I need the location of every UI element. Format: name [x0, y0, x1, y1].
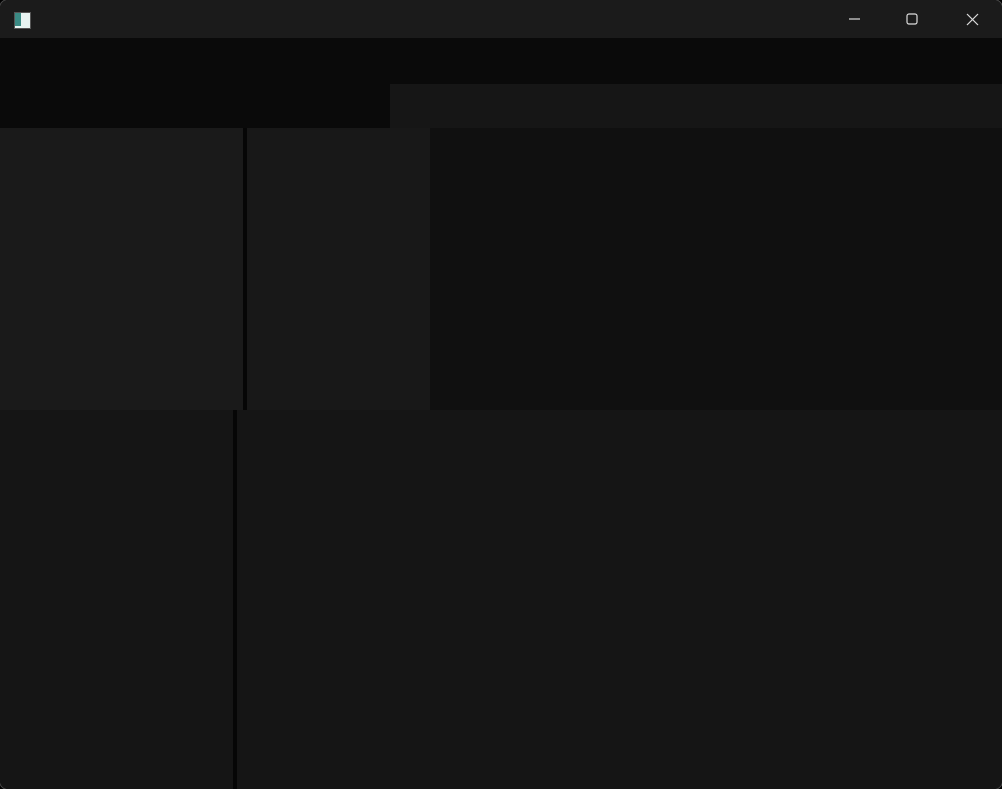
- maximize-button[interactable]: [889, 0, 935, 38]
- transport-toolbar: [0, 84, 1002, 128]
- menu-bar: [0, 38, 1002, 84]
- title-bar: [0, 0, 1002, 38]
- pattern-order-table: [0, 410, 233, 789]
- app-icon: [14, 12, 31, 29]
- song-panel: [0, 128, 245, 410]
- pattern-editor: [237, 410, 1002, 789]
- sointu-tracker-window: [0, 0, 1002, 789]
- transport-group: [0, 84, 390, 128]
- minimize-button[interactable]: [832, 0, 878, 38]
- unit-editor-panel: [430, 128, 1002, 410]
- unit-list: [247, 128, 430, 410]
- close-button[interactable]: [949, 0, 995, 38]
